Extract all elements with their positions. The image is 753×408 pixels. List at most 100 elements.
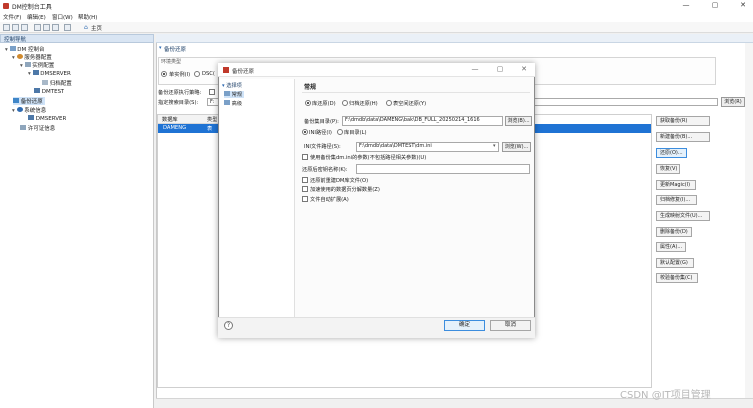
ini-file-label: INI文件路径(S): <box>304 144 341 150</box>
dsc-radio[interactable] <box>194 71 200 77</box>
toolbar-save-icon[interactable] <box>12 24 19 31</box>
generate-mapfile-button[interactable]: 生成映射文件(U)... <box>656 211 710 221</box>
update-magic-button[interactable]: 更新Magic(I) <box>656 180 696 190</box>
backupset-dir-input[interactable]: F:\dmdb\data\DAMENG\bak\DB_FULL_20250214… <box>342 116 503 126</box>
server-config-icon <box>16 54 23 59</box>
maximize-button[interactable]: ▢ <box>705 0 725 12</box>
cancel-button[interactable]: 取消 <box>490 320 531 331</box>
app-icon <box>3 3 9 9</box>
toolbar-undo-icon[interactable] <box>64 24 71 31</box>
ini-path-label: INI路径(I) <box>309 130 332 136</box>
fetch-backup-button[interactable]: 获取备份(R) <box>656 116 710 126</box>
tree-item-license[interactable]: 许可证信息 <box>20 124 55 132</box>
table-header-database: 数据库 <box>162 117 178 123</box>
environment-label: 环境类型 <box>161 59 182 65</box>
ini-path-radio[interactable] <box>302 129 308 135</box>
auto-extend-checkbox[interactable] <box>302 196 308 202</box>
dialog-maximize-button[interactable]: ▢ <box>494 65 506 73</box>
tree-item-console[interactable]: ▾ DM 控制台 <box>5 45 45 53</box>
editor-tab-strip <box>156 34 753 43</box>
auto-extend-label: 文件自动扩展(A) <box>310 197 349 203</box>
archive-restore-label: 归档还原(H) <box>349 101 378 107</box>
new-backup-button[interactable]: 新建备份(B)... <box>656 132 710 142</box>
restore-button[interactable]: 还原(O)... <box>656 148 687 158</box>
dialog-title-bar <box>218 63 535 77</box>
delete-backup-button[interactable]: 删除备份(D) <box>656 227 692 237</box>
verify-backupset-button[interactable]: 校验备份集(C) <box>656 273 698 283</box>
db-restore-radio[interactable] <box>305 100 311 106</box>
menu-window[interactable]: 窗口(W) <box>52 13 73 21</box>
dialog-nav-group: ▾ 选择项 <box>222 83 242 89</box>
toolbar-paste-icon[interactable] <box>52 24 59 31</box>
key-name-input[interactable] <box>356 164 530 174</box>
toolbar-copy-icon[interactable] <box>43 24 50 31</box>
dialog-minimize-button[interactable]: — <box>469 65 481 73</box>
toolbar-new-icon[interactable] <box>3 24 10 31</box>
rebuild-db-files-checkbox[interactable] <box>302 177 308 183</box>
menu-edit[interactable]: 编辑(E) <box>27 13 46 21</box>
tablespace-restore-radio[interactable] <box>386 100 392 106</box>
tree-item-sys-dmserver[interactable]: DMSERVER <box>28 115 66 122</box>
archive-repair-button[interactable]: 归档修复(I)... <box>656 195 697 205</box>
dialog-close-button[interactable]: ✕ <box>518 65 530 73</box>
exec-strategy-label: 备份还原执行策略: <box>158 90 202 96</box>
archive-restore-radio[interactable] <box>342 100 348 106</box>
help-icon[interactable]: ? <box>224 321 233 330</box>
single-instance-radio[interactable] <box>161 71 167 77</box>
dialog-separator <box>302 92 530 93</box>
section-collapse-icon[interactable]: ▾ <box>159 45 162 51</box>
menu-file[interactable]: 文件(F) <box>3 13 21 21</box>
page-icon <box>224 91 230 96</box>
recover-button[interactable]: 恢复(V) <box>656 164 680 174</box>
use-backup-ini-label: 使用备份集dm.ini的参数(不包括路径相关参数)(U) <box>310 155 427 161</box>
key-name-label: 还原后密钥名称(K): <box>302 167 348 173</box>
search-dir-label: 指定搜索目录(S): <box>158 100 199 106</box>
title-bar <box>0 0 753 12</box>
instance-config-icon <box>24 62 31 67</box>
minimize-button[interactable]: — <box>676 0 696 12</box>
db-dir-radio[interactable] <box>337 129 343 135</box>
db-dir-label: 库目录(L) <box>344 130 367 136</box>
toolbar-saveall-icon[interactable] <box>21 24 28 31</box>
backup-icon <box>13 98 19 103</box>
tree-item-dmtest[interactable]: DMTEST <box>34 88 64 95</box>
dialog-nav-advanced[interactable]: 高级 <box>224 100 242 107</box>
tree-item-backup-restore[interactable]: 备份还原 <box>13 97 45 105</box>
dialog-content-title: 常规 <box>304 84 317 91</box>
table-cell-type: 表 <box>207 126 213 132</box>
tree-item-dmserver[interactable]: ▾ DMSERVER <box>28 70 71 77</box>
menu-help[interactable]: 帮助(H) <box>78 13 97 21</box>
tree-item-system-info[interactable]: ▾ 系统信息 <box>12 106 46 114</box>
single-instance-label: 单实例(I) <box>169 72 191 78</box>
dialog-title: 备份还原 <box>232 69 255 75</box>
rebuild-db-files-label: 还原前重建DM库文件(O) <box>310 178 369 184</box>
section-header <box>157 44 751 52</box>
exec-strategy-checkbox[interactable] <box>209 89 215 95</box>
tree-item-server-config[interactable]: ▾ 服务器配置 <box>12 53 52 61</box>
dialog-app-icon <box>223 67 229 73</box>
section-title: 备份还原 <box>164 47 187 53</box>
tree-item-instance-config[interactable]: ▾ 实例配置 <box>20 61 54 69</box>
ini-file-browse-button[interactable]: 浏览(W)... <box>502 142 531 152</box>
ini-file-dropdown-icon[interactable]: ▾ <box>493 143 496 149</box>
dsc-label: DSC( <box>202 71 215 77</box>
menu-bar <box>0 12 753 22</box>
dialog-nav-general[interactable]: 常规 <box>224 91 245 98</box>
ini-file-input[interactable]: F:\dmdb\data\DMTEST\dm.ini <box>356 142 499 152</box>
close-button[interactable]: ✕ <box>733 0 753 12</box>
console-icon <box>9 46 16 51</box>
use-backup-ini-checkbox[interactable] <box>302 154 308 160</box>
ok-button[interactable]: 确定 <box>444 320 485 331</box>
dialog-button-bar <box>218 317 535 338</box>
backupset-browse-button[interactable]: 浏览(B)... <box>505 116 532 126</box>
properties-button[interactable]: 属性(A)... <box>656 242 686 252</box>
search-dir-browse-button[interactable]: 浏览(R) <box>721 97 745 107</box>
default-config-button[interactable]: 默认配置(G) <box>656 258 694 268</box>
left-panel-title: 控制导航 <box>4 37 27 43</box>
vertical-scrollbar[interactable] <box>745 43 753 398</box>
toolbar-cut-icon[interactable] <box>34 24 41 31</box>
page-split-checkbox[interactable] <box>302 186 308 192</box>
tree-item-archive-config[interactable]: 归档配置 <box>42 79 72 87</box>
window-title: DM控制台工具 <box>12 4 52 11</box>
home-tab-label: 主页 <box>91 26 103 32</box>
